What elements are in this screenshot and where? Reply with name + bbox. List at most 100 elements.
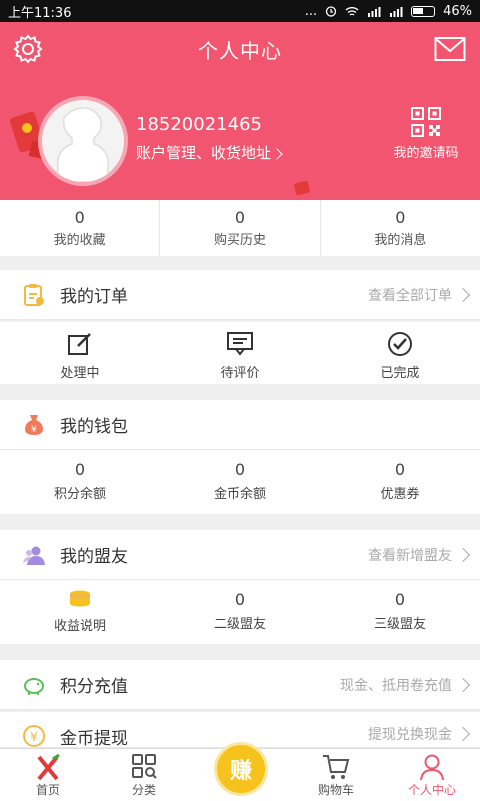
allies-label: 二级盟友 xyxy=(213,617,266,632)
order-status-label: 已完成 xyxy=(380,366,420,381)
order-completed[interactable]: 已完成 xyxy=(320,322,480,384)
battery-percent: 46% xyxy=(443,3,472,19)
balance-label: 优惠券 xyxy=(380,487,420,502)
second-level-allies[interactable]: 0 二级盟友 xyxy=(160,580,320,644)
battery-icon xyxy=(411,5,436,17)
tab-label: 个人中心 xyxy=(407,783,456,797)
stat-value: 0 xyxy=(74,208,85,227)
category-grid-icon xyxy=(132,754,157,779)
withdraw-title: 金币提现 xyxy=(60,729,128,749)
view-new-allies-link[interactable]: 查看新增盟友 xyxy=(368,545,471,565)
tab-home[interactable]: 首页 xyxy=(0,749,96,801)
red-envelope-small-icon xyxy=(294,180,310,196)
stat-value: 0 xyxy=(395,208,406,227)
view-new-allies-label: 查看新增盟友 xyxy=(368,547,452,564)
wallet-title: 我的钱包 xyxy=(60,417,128,437)
stat-history[interactable]: 0 购买历史 xyxy=(160,200,321,256)
allies-label: 收益说明 xyxy=(53,619,106,634)
order-status-label: 待评价 xyxy=(220,366,260,381)
withdraw-link[interactable]: 提现兑换现金 xyxy=(368,724,471,744)
coin-withdraw-icon: ¥ xyxy=(23,725,45,747)
qr-code-icon xyxy=(411,107,441,137)
tab-label: 首页 xyxy=(35,783,60,797)
settings-gear-icon[interactable] xyxy=(12,34,44,64)
order-status-row: 处理中 待评价 已完成 xyxy=(0,322,480,384)
piggy-bank-icon xyxy=(24,677,44,695)
order-to-review[interactable]: 待评价 xyxy=(160,322,320,384)
stat-favorites[interactable]: 0 我的收藏 xyxy=(0,200,161,256)
view-all-orders-label: 查看全部订单 xyxy=(368,287,452,304)
account-management-link[interactable]: 账户管理、收货地址 xyxy=(136,142,283,163)
alarm-icon xyxy=(325,6,337,17)
wifi-icon xyxy=(345,6,359,16)
invite-code-label: 我的邀请码 xyxy=(393,146,459,161)
tab-category[interactable]: 分类 xyxy=(96,749,192,801)
page-title: 个人中心 xyxy=(198,38,282,63)
wallet-section-header[interactable]: ¥ 我的钱包 xyxy=(0,400,480,450)
invite-code-button[interactable]: 我的邀请码 xyxy=(386,106,466,161)
withdraw-link-label: 提现兑换现金 xyxy=(368,727,452,743)
tab-label: 分类 xyxy=(131,783,156,797)
top-header: 个人中心 xyxy=(0,22,480,76)
balance-label: 金币余额 xyxy=(213,487,266,502)
signal-icon-2 xyxy=(390,6,403,17)
avatar[interactable] xyxy=(38,96,128,186)
tab-label: 购物车 xyxy=(317,783,354,797)
users-icon xyxy=(23,546,45,565)
money-bag-icon: ¥ xyxy=(25,414,43,435)
earn-label: 赚 xyxy=(229,759,252,784)
order-status-label: 处理中 xyxy=(60,366,100,381)
default-avatar-icon xyxy=(57,107,109,182)
allies-row: 收益说明 0 二级盟友 0 三级盟友 xyxy=(0,580,480,644)
chevron-right-icon xyxy=(271,148,283,160)
third-level-allies[interactable]: 0 三级盟友 xyxy=(320,580,480,644)
chevron-right-icon xyxy=(455,677,471,692)
points-balance[interactable]: 0 积分余额 xyxy=(0,450,160,514)
tab-cart[interactable]: 购物车 xyxy=(288,749,384,801)
home-logo-icon xyxy=(37,753,60,781)
tab-profile[interactable]: 个人中心 xyxy=(384,749,480,801)
comment-icon xyxy=(227,332,253,356)
coin-stack-icon xyxy=(70,590,90,607)
allies-title: 我的盟友 xyxy=(60,547,128,567)
order-processing[interactable]: 处理中 xyxy=(0,322,160,384)
clipboard-order-icon xyxy=(24,283,44,306)
stat-label: 我的消息 xyxy=(374,233,427,248)
allies-value: 0 xyxy=(234,590,246,609)
balance-value: 0 xyxy=(74,460,86,479)
message-mail-icon[interactable] xyxy=(434,34,466,64)
user-profile-icon xyxy=(420,754,444,781)
balance-label: 积分余额 xyxy=(53,487,106,502)
profile-banner: 18520021465 账户管理、收货地址 我的邀请码 xyxy=(0,76,480,200)
chevron-right-icon xyxy=(455,726,471,742)
recharge-title: 积分充值 xyxy=(60,677,128,697)
chevron-right-icon xyxy=(455,547,471,562)
points-recharge-row[interactable]: 积分充值 现金、抵用卷充值 xyxy=(0,660,480,710)
allies-section-header[interactable]: 我的盟友 查看新增盟友 xyxy=(0,530,480,580)
shopping-cart-icon xyxy=(323,755,350,779)
status-bar: 上午11:36 ... 46% xyxy=(0,0,480,22)
status-time: 上午11:36 xyxy=(8,5,72,21)
earn-button[interactable]: 赚 xyxy=(214,742,268,796)
earnings-info[interactable]: 收益说明 xyxy=(0,580,160,644)
recharge-link[interactable]: 现金、抵用卷充值 xyxy=(340,675,471,695)
gold-balance[interactable]: 0 金币余额 xyxy=(160,450,320,514)
stat-value: 0 xyxy=(234,208,246,227)
allies-label: 三级盟友 xyxy=(373,617,426,632)
view-all-orders-link[interactable]: 查看全部订单 xyxy=(368,285,471,305)
allies-value: 0 xyxy=(394,590,406,609)
balance-value: 0 xyxy=(394,460,406,479)
recharge-link-label: 现金、抵用卷充值 xyxy=(340,677,452,694)
check-circle-icon xyxy=(388,332,412,356)
stat-messages[interactable]: 0 我的消息 xyxy=(321,200,480,256)
chevron-right-icon xyxy=(455,287,471,302)
user-stats: 0 我的收藏 0 购买历史 0 我的消息 xyxy=(0,200,480,256)
orders-title: 我的订单 xyxy=(60,287,128,307)
account-link-label: 账户管理、收货地址 xyxy=(136,144,272,162)
signal-icon xyxy=(368,6,381,17)
orders-section-header[interactable]: 我的订单 查看全部订单 xyxy=(0,270,480,320)
svg-text:¥: ¥ xyxy=(31,425,37,435)
edit-icon xyxy=(68,333,91,355)
coupons[interactable]: 0 优惠券 xyxy=(320,450,480,514)
wallet-balances-row: 0 积分余额 0 金币余额 0 优惠券 xyxy=(0,450,480,514)
